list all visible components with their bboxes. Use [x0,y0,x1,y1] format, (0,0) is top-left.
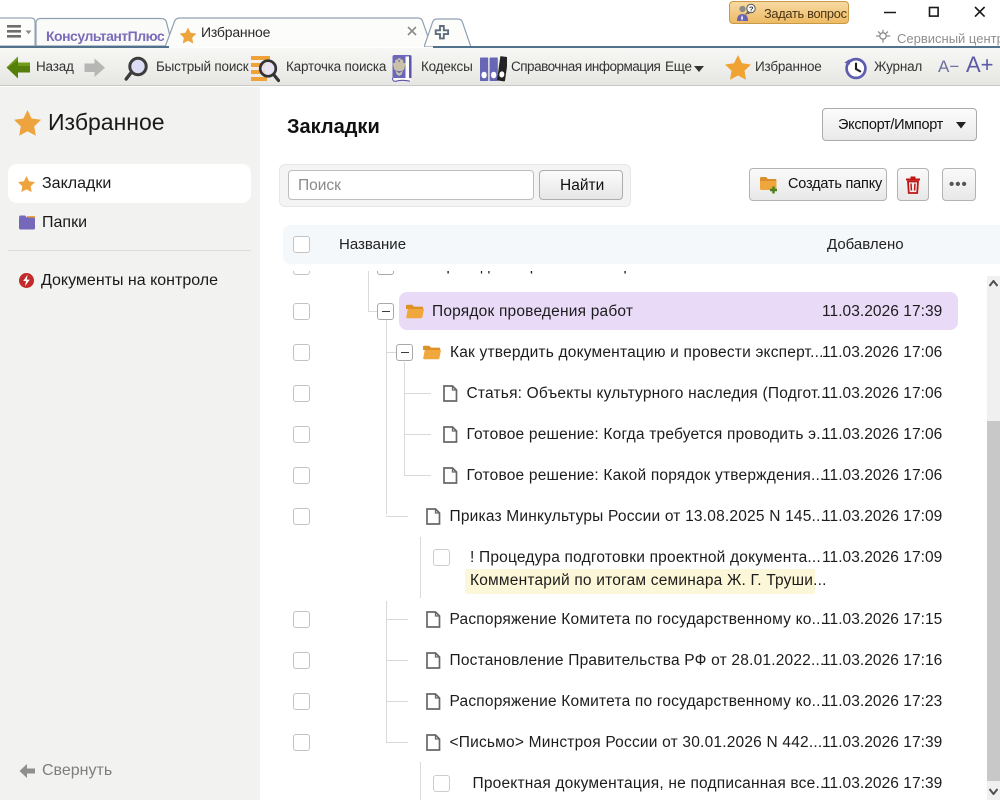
svg-text:Избранное: Избранное [201,24,271,40]
svg-text:КонсультантПлюс: КонсультантПлюс [46,28,165,44]
svg-text:?: ? [749,5,754,14]
